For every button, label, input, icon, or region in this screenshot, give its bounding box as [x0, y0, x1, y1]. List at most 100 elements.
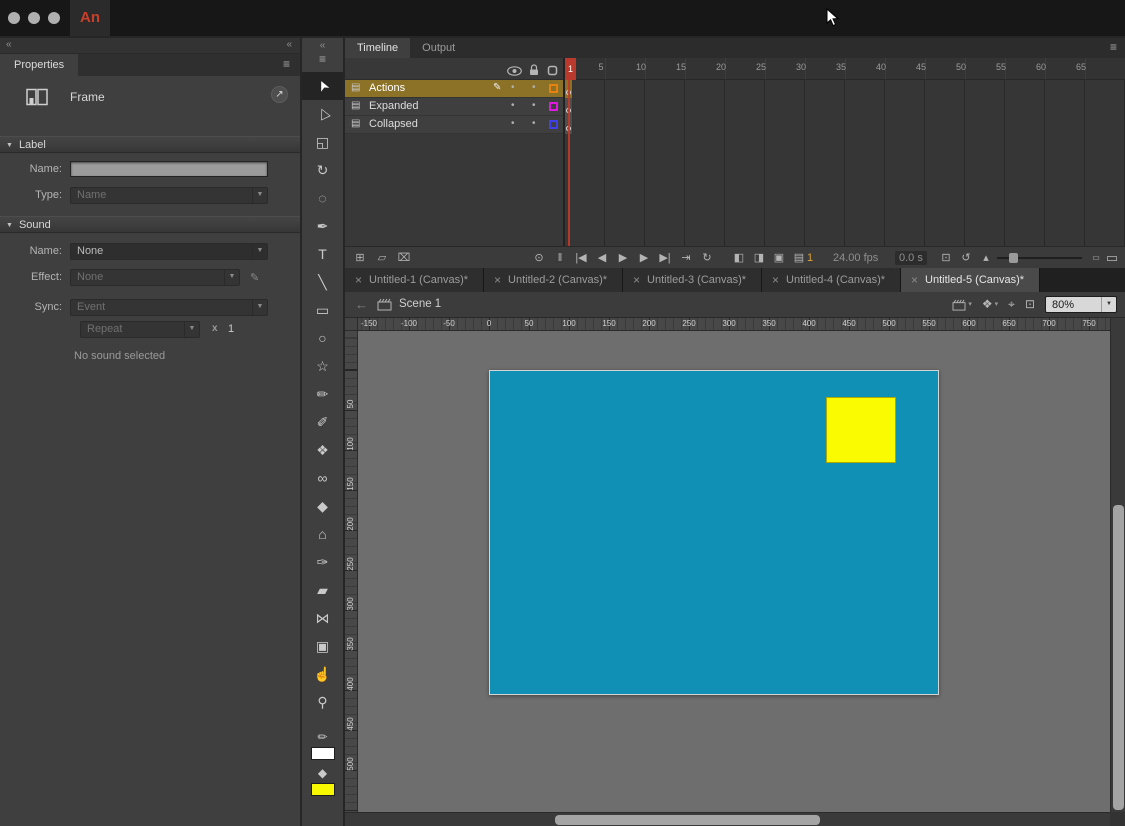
document-tab[interactable]: ×Untitled-4 (Canvas)* — [762, 268, 901, 292]
layer-visibility-dot[interactable]: • — [511, 83, 515, 93]
brush-tool[interactable]: ❖ — [302, 436, 343, 464]
zoom-dropdown-arrow-icon[interactable]: ▼ — [1101, 297, 1116, 312]
sound-section-header[interactable]: ▼Sound — [0, 216, 300, 233]
zoom-window-button[interactable] — [48, 12, 60, 24]
stage[interactable] — [489, 370, 939, 695]
frame-view-button[interactable]: ⊡ — [937, 250, 955, 266]
stroke-color-swatch[interactable] — [311, 747, 335, 760]
sound-name-select[interactable]: None ▼ — [70, 243, 268, 260]
collapse-frames-button[interactable]: ▴ — [977, 250, 995, 266]
paint-bucket-tool[interactable]: ◆ — [302, 492, 343, 520]
free-transform-tool[interactable]: ◱ — [302, 128, 343, 156]
go-to-last-frame-button[interactable]: ▶| — [656, 250, 674, 266]
tab-timeline[interactable]: Timeline — [345, 38, 410, 58]
collapse-section-icon[interactable]: ▼ — [6, 218, 13, 234]
pause-button[interactable]: ‖ — [551, 250, 569, 266]
pen-tool[interactable]: ✒ — [302, 212, 343, 240]
step-forward-button[interactable]: ▶ — [635, 250, 653, 266]
document-tab[interactable]: ×Untitled-5 (Canvas)* — [901, 268, 1040, 292]
dropdown-arrow-icon[interactable]: ▼ — [252, 300, 267, 315]
repeat-times-value[interactable]: 1 — [228, 323, 234, 335]
edit-multiple-frames-button[interactable]: ▣ — [770, 250, 788, 266]
marker-options-button[interactable]: ▤ — [790, 250, 808, 266]
pencil-tool[interactable]: ✏ — [302, 380, 343, 408]
close-tab-icon[interactable]: × — [911, 273, 918, 287]
step-back-button[interactable]: ◀ — [593, 250, 611, 266]
sound-sync-select[interactable]: Event ▼ — [70, 299, 268, 316]
dropdown-arrow-icon[interactable]: ▼ — [224, 270, 239, 285]
polystar-tool[interactable]: ☆ — [302, 352, 343, 380]
hand-tool[interactable]: ☝ — [302, 660, 343, 688]
layer-lock-dot[interactable]: • — [532, 83, 536, 93]
bone-tool[interactable]: ∞ — [302, 464, 343, 492]
center-stage-button[interactable]: ⌖ — [1008, 296, 1015, 313]
rotation-3d-tool[interactable]: ↻ — [302, 156, 343, 184]
eraser-tool[interactable]: ▰ — [302, 576, 343, 604]
edit-scene-button[interactable]: ▾ — [952, 296, 972, 313]
back-button[interactable]: ← — [355, 297, 368, 312]
close-tab-icon[interactable]: × — [355, 273, 362, 287]
onion-skin-button[interactable]: ◧ — [730, 250, 748, 266]
fill-color-swatch[interactable] — [311, 783, 335, 796]
panel-menu-icon[interactable]: ≡ — [283, 57, 290, 71]
yellow-rectangle-shape[interactable] — [826, 397, 896, 463]
camera-tool[interactable]: ▣ — [302, 632, 343, 660]
zoom-large-frames-icon[interactable]: ▭ — [1103, 250, 1121, 266]
horizontal-scrollbar[interactable] — [345, 812, 1110, 826]
loop-button[interactable]: ↻ — [698, 250, 716, 266]
pasteboard[interactable] — [358, 331, 1110, 812]
timeline-zoom-slider[interactable] — [997, 257, 1082, 259]
layer-outline-color[interactable] — [549, 120, 558, 129]
collapse-panel-icon[interactable]: « — [302, 40, 343, 51]
timeline-menu-icon[interactable]: ≡ — [1110, 40, 1117, 54]
close-tab-icon[interactable]: × — [772, 273, 779, 287]
tools-menu-icon[interactable]: ≡ — [302, 52, 343, 66]
layer-lock-dot[interactable]: • — [532, 119, 536, 129]
ink-bottle-tool[interactable]: ⌂ — [302, 520, 343, 548]
subselection-tool[interactable]: ▷ — [302, 100, 343, 128]
zoom-tool[interactable]: ⚲ — [302, 688, 343, 716]
vertical-scrollbar-thumb[interactable] — [1113, 505, 1124, 810]
layer-outline-color[interactable] — [549, 102, 558, 111]
frame-rate-indicator[interactable]: 24.00 fps — [833, 251, 878, 265]
document-tab[interactable]: ×Untitled-2 (Canvas)* — [484, 268, 623, 292]
playhead[interactable]: 1 — [565, 58, 576, 80]
dropdown-arrow-icon[interactable]: ▼ — [252, 244, 267, 259]
elapsed-time-indicator[interactable]: 0.0 s — [895, 251, 927, 265]
outline-all-layers-icon[interactable] — [547, 63, 558, 81]
close-tab-icon[interactable]: × — [494, 273, 501, 287]
layer-row[interactable]: ▤Collapsed•• — [345, 116, 563, 134]
zoom-level-select[interactable]: 80% ▼ — [1045, 296, 1117, 313]
timeline-zoom-slider-thumb[interactable] — [1009, 253, 1018, 263]
label-type-select[interactable]: Name ▼ — [70, 187, 268, 204]
delete-layer-button[interactable]: ⌧ — [395, 250, 413, 266]
layer-outline-color[interactable] — [549, 84, 558, 93]
label-name-input[interactable] — [70, 161, 268, 177]
tab-output[interactable]: Output — [410, 38, 467, 58]
close-window-button[interactable] — [8, 12, 20, 24]
center-frame-button[interactable]: ⊙ — [530, 250, 548, 266]
collapse-panel-icon[interactable]: « — [286, 39, 292, 50]
go-to-first-frame-button[interactable]: |◀ — [572, 250, 590, 266]
show-hide-all-layers-icon[interactable] — [507, 63, 522, 81]
timeline-frames-area[interactable] — [565, 80, 1125, 246]
dropdown-arrow-icon[interactable]: ▼ — [252, 188, 267, 203]
text-tool[interactable]: T — [302, 240, 343, 268]
lock-all-layers-icon[interactable] — [529, 63, 539, 81]
layer-row[interactable]: ▤Actions✎•• — [345, 80, 563, 98]
clip-content-button[interactable]: ⊡ — [1025, 296, 1035, 313]
tab-properties[interactable]: Properties — [0, 54, 78, 76]
eyedropper-tool[interactable]: ✑ — [302, 548, 343, 576]
layer-row[interactable]: ▤Expanded•• — [345, 98, 563, 116]
dropdown-arrow-icon[interactable]: ▼ — [184, 322, 199, 337]
edit-symbol-button[interactable]: ❖ ▾ — [982, 296, 998, 313]
label-section-header[interactable]: ▼Label — [0, 136, 300, 153]
timeline-ruler[interactable]: 1 5101520253035404550556065 — [565, 58, 1125, 80]
layer-visibility-dot[interactable]: • — [511, 119, 515, 129]
rectangle-tool[interactable]: ▭ — [302, 296, 343, 324]
line-tool[interactable]: ╲ — [302, 268, 343, 296]
lasso-tool[interactable]: ◌ — [302, 184, 343, 212]
collapse-section-icon[interactable]: ▼ — [6, 138, 13, 154]
minimize-window-button[interactable] — [28, 12, 40, 24]
sound-effect-select[interactable]: None ▼ — [70, 269, 240, 286]
